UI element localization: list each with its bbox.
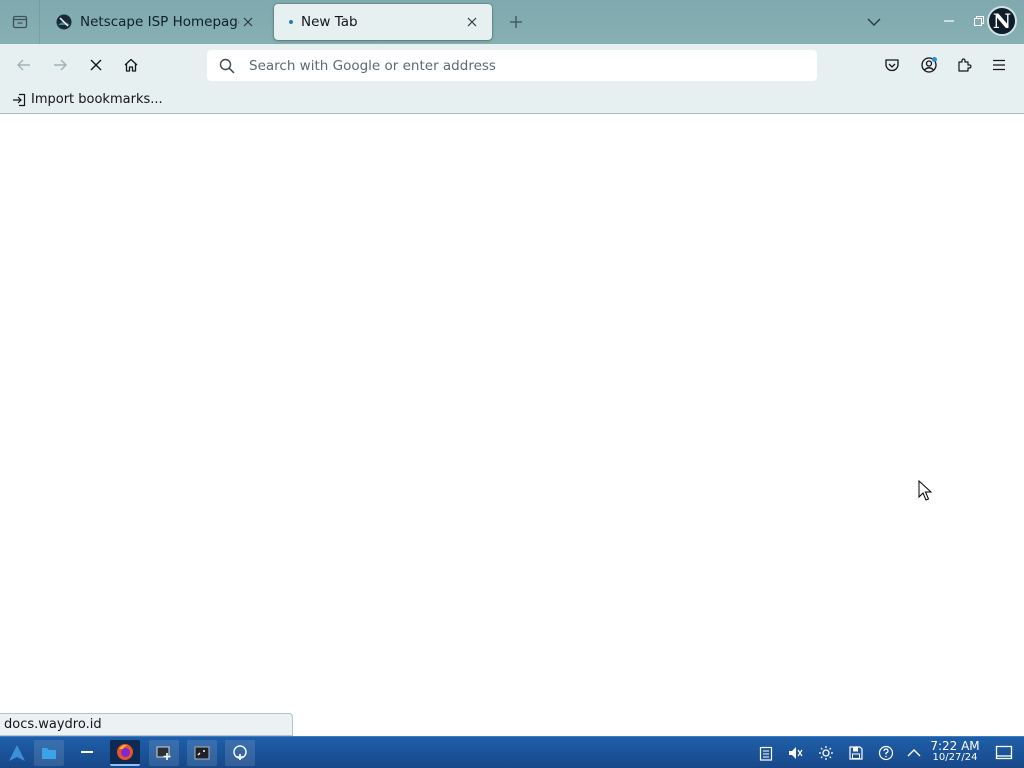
tab-netscape[interactable]: Netscape ISP Homepage bbox=[46, 4, 268, 40]
loading-dot-icon bbox=[289, 20, 293, 24]
home-icon bbox=[124, 58, 138, 72]
home-button[interactable] bbox=[117, 51, 145, 79]
netscape-icon bbox=[56, 14, 72, 30]
minimize-window-icon bbox=[81, 751, 93, 753]
taskbar: 7:22 AM 10/27/24 bbox=[0, 736, 1024, 768]
close-icon bbox=[90, 59, 102, 71]
show-desktop-button[interactable] bbox=[72, 740, 102, 766]
account-icon bbox=[921, 57, 937, 73]
terminal-icon bbox=[194, 746, 210, 760]
close-tab-icon[interactable] bbox=[462, 12, 482, 32]
status-panel: docs.waydro.id bbox=[0, 713, 293, 736]
firefox-view-button[interactable] bbox=[0, 0, 40, 44]
terminal-plus-icon bbox=[156, 746, 171, 760]
save-to-pocket-button[interactable] bbox=[878, 51, 906, 79]
hamburger-menu-icon bbox=[993, 59, 1005, 71]
arch-logo-icon bbox=[9, 745, 25, 761]
help-icon[interactable] bbox=[874, 741, 898, 765]
netscape-avatar[interactable]: N bbox=[987, 6, 1017, 36]
forward-arrow-icon bbox=[54, 59, 67, 71]
notifications-icon[interactable] bbox=[992, 741, 1016, 765]
minimize-icon bbox=[944, 20, 954, 22]
forward-button[interactable] bbox=[46, 51, 74, 79]
firefox-view-icon bbox=[12, 15, 27, 29]
page-content[interactable] bbox=[0, 114, 1024, 736]
volume-muted-icon[interactable] bbox=[783, 741, 807, 765]
clock-time: 7:22 AM bbox=[930, 739, 980, 753]
terminal-button[interactable] bbox=[187, 740, 217, 766]
extensions-button[interactable] bbox=[950, 51, 978, 79]
back-arrow-icon bbox=[17, 59, 30, 71]
import-bookmarks-button[interactable]: Import bookmarks... bbox=[12, 92, 163, 107]
tab-title: New Tab bbox=[301, 14, 358, 30]
app-menu-button[interactable] bbox=[985, 51, 1013, 79]
clock[interactable]: 7:22 AM 10/27/24 bbox=[926, 740, 984, 764]
puzzle-piece-icon bbox=[958, 58, 972, 72]
file-manager-button[interactable] bbox=[34, 740, 64, 766]
clock-date: 10/27/24 bbox=[932, 752, 978, 763]
minimize-button[interactable] bbox=[938, 10, 960, 32]
close-tab-icon[interactable] bbox=[239, 12, 258, 32]
tab-new-tab[interactable]: New Tab bbox=[274, 4, 492, 40]
firefox-icon bbox=[117, 744, 133, 760]
mouse-cursor-icon bbox=[918, 480, 932, 501]
folder-icon bbox=[42, 748, 56, 759]
import-bookmarks-label: Import bookmarks... bbox=[31, 92, 163, 107]
search-icon bbox=[219, 58, 235, 74]
brightness-icon[interactable] bbox=[814, 741, 838, 765]
pocket-icon bbox=[885, 59, 899, 72]
back-button[interactable] bbox=[10, 51, 38, 79]
package-add-icon bbox=[233, 745, 247, 760]
plus-icon bbox=[510, 16, 522, 28]
software-installer-button[interactable] bbox=[225, 740, 255, 766]
import-icon bbox=[13, 93, 26, 106]
list-all-tabs-button[interactable] bbox=[860, 8, 888, 36]
start-menu-button[interactable] bbox=[2, 740, 32, 766]
stop-loading-button[interactable] bbox=[82, 51, 110, 79]
chevron-up-icon[interactable] bbox=[902, 741, 926, 765]
firefox-taskbar-button[interactable] bbox=[110, 740, 140, 766]
url-input[interactable] bbox=[249, 57, 817, 74]
restore-icon bbox=[974, 16, 984, 26]
address-bar[interactable] bbox=[207, 50, 817, 81]
chevron-down-icon bbox=[867, 18, 881, 26]
bookmarks-toolbar: Import bookmarks... bbox=[0, 86, 1024, 114]
save-floppy-icon[interactable] bbox=[844, 741, 868, 765]
terminal-add-button[interactable] bbox=[149, 740, 179, 766]
new-tab-button[interactable] bbox=[502, 8, 530, 36]
tab-title: Netscape ISP Homepage bbox=[80, 14, 239, 30]
tab-strip: Netscape ISP Homepage New Tab N bbox=[0, 0, 1024, 44]
clipboard-tray-icon[interactable] bbox=[754, 741, 778, 765]
account-button[interactable] bbox=[915, 51, 943, 79]
nav-bar bbox=[0, 44, 1024, 86]
